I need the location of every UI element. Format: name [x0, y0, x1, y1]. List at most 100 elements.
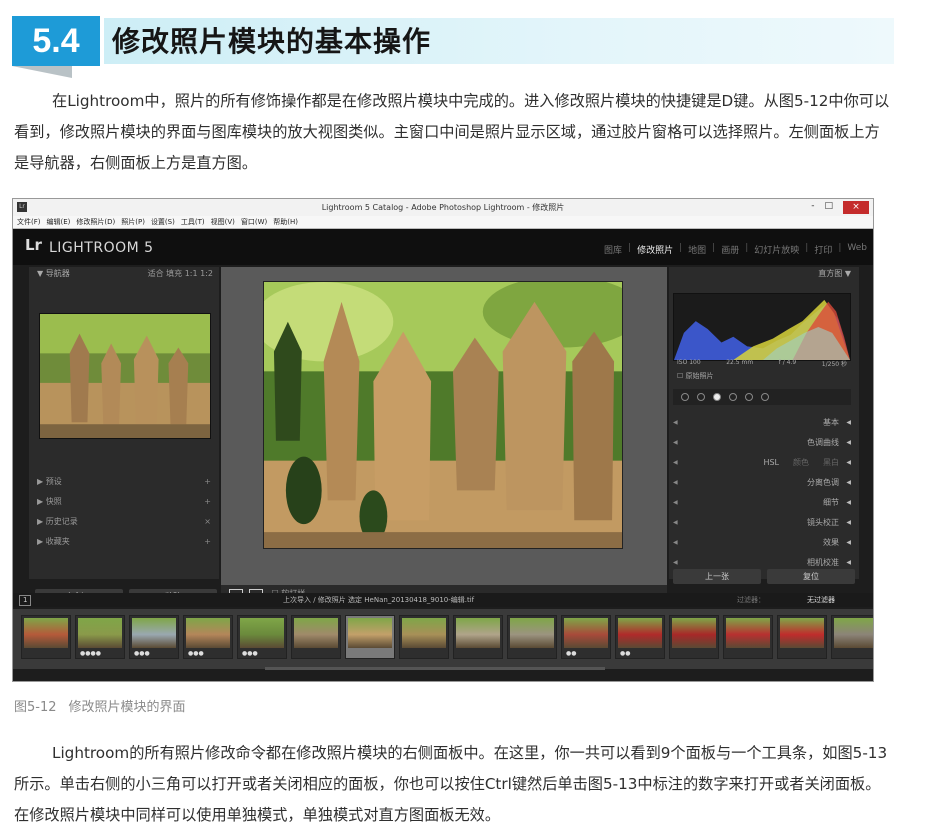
- panel-presets-add[interactable]: +: [204, 472, 211, 492]
- thumbnail-rating: ●●: [566, 650, 577, 657]
- histogram-header[interactable]: 直方图 ▼: [669, 267, 859, 281]
- module-map[interactable]: 地图: [688, 243, 706, 256]
- panel-hsl[interactable]: ◀ HSL 颜色 黑白 ◀: [669, 453, 855, 473]
- lightroom-screenshot: Lr Lightroom 5 Catalog - Adobe Photoshop…: [12, 198, 874, 682]
- filmstrip-thumbnail[interactable]: [723, 615, 773, 659]
- crop-tool-icon[interactable]: [681, 393, 689, 401]
- menu-window[interactable]: 窗口(W): [241, 217, 267, 227]
- window-title: Lightroom 5 Catalog - Adobe Photoshop Li…: [321, 203, 565, 212]
- spot-removal-icon[interactable]: [697, 393, 705, 401]
- graduated-filter-icon[interactable]: [729, 393, 737, 401]
- filmstrip-scrollbar[interactable]: [265, 667, 605, 670]
- filmstrip-thumbnail[interactable]: ●●: [615, 615, 665, 659]
- panel-lens-corrections-label: 镜头校正: [807, 518, 839, 527]
- panel-split-toning[interactable]: ◀ 分离色调 ◀: [669, 473, 855, 493]
- navigator-header[interactable]: ▼ 导航器 适合 填充 1:1 1:2: [29, 267, 219, 281]
- filmstrip-thumbnail[interactable]: [291, 615, 341, 659]
- main-photo[interactable]: [254, 276, 642, 549]
- hsl-bw[interactable]: 黑白: [823, 453, 839, 473]
- window-titlebar: Lr Lightroom 5 Catalog - Adobe Photoshop…: [13, 199, 873, 216]
- filmstrip-thumbnail[interactable]: [21, 615, 71, 659]
- module-web[interactable]: Web: [847, 243, 867, 256]
- histogram[interactable]: [673, 293, 851, 361]
- menu-help[interactable]: 帮助(H): [273, 217, 298, 227]
- thumbnail-rating: ●●●: [188, 650, 204, 657]
- filmstrip-thumbnail[interactable]: ●●●: [237, 615, 287, 659]
- menu-settings[interactable]: 设置(S): [151, 217, 175, 227]
- module-slideshow[interactable]: 幻灯片放映: [754, 243, 799, 256]
- menu-file[interactable]: 文件(F): [17, 217, 41, 227]
- filmstrip-thumbnail[interactable]: ●●●●: [75, 615, 125, 659]
- previous-button[interactable]: 上一张: [673, 569, 761, 584]
- original-photo-toggle[interactable]: ☐ 原始照片: [677, 371, 714, 381]
- panel-detail-label: 细节: [823, 498, 839, 507]
- module-library[interactable]: 图库: [604, 243, 622, 256]
- navigator-zoom[interactable]: 适合 填充 1:1 1:2: [148, 267, 213, 281]
- filmstrip-breadcrumb[interactable]: 上次导入 / 修改照片 选定 HeNan_20130418_9010-编辑.ti…: [283, 593, 474, 607]
- panel-presets-label: 预设: [45, 477, 62, 486]
- hsl-color[interactable]: 颜色: [793, 453, 809, 473]
- iso: ISO 100: [677, 359, 701, 366]
- filmstrip-thumbnail[interactable]: [399, 615, 449, 659]
- adjustment-brush-icon[interactable]: [761, 393, 769, 401]
- menu-tools[interactable]: 工具(T): [181, 217, 205, 227]
- panel-lens-corrections[interactable]: ◀ 镜头校正 ◀: [669, 513, 855, 533]
- identity-plate: Lr LIGHTROOM 5 图库 | 修改照片 | 地图 | 画册 | 幻灯片放映 | …: [13, 229, 873, 265]
- panel-collections[interactable]: ▶ 收藏夹 +: [29, 532, 219, 552]
- menu-view[interactable]: 视图(V): [211, 217, 235, 227]
- thumbnail-image: [618, 618, 662, 648]
- filmstrip-thumbnail[interactable]: [453, 615, 503, 659]
- panel-snapshots-label: 快照: [45, 497, 62, 506]
- panel-collections-add[interactable]: +: [204, 532, 211, 552]
- panel-effects[interactable]: ◀ 效果 ◀: [669, 533, 855, 553]
- radial-filter-icon[interactable]: [745, 393, 753, 401]
- reset-button[interactable]: 复位: [767, 569, 855, 584]
- thumbnail-image: [672, 618, 716, 648]
- red-eye-icon[interactable]: [713, 393, 721, 401]
- minimize-button[interactable]: -: [811, 201, 814, 214]
- filmstrip-thumbnail[interactable]: ●●: [561, 615, 611, 659]
- filmstrip-thumbnail[interactable]: [345, 615, 395, 659]
- filmstrip-thumbnail[interactable]: ●●●: [183, 615, 233, 659]
- panel-presets[interactable]: ▶ 预设 +: [29, 472, 219, 492]
- panel-basic-label: 基本: [823, 418, 839, 427]
- thumbnail-rating: ●●●: [134, 650, 150, 657]
- secondary-display-button[interactable]: 1: [19, 595, 32, 606]
- panel-effects-label: 效果: [823, 538, 839, 547]
- panel-snapshots-add[interactable]: +: [204, 492, 211, 512]
- thumbnail-image: [402, 618, 446, 648]
- panel-basic[interactable]: ◀ 基本 ◀: [669, 413, 855, 433]
- close-button[interactable]: ×: [843, 201, 869, 214]
- filmstrip-thumbnail[interactable]: [831, 615, 873, 659]
- menu-edit[interactable]: 编辑(E): [47, 217, 71, 227]
- panel-tone-curve[interactable]: ◀ 色调曲线 ◀: [669, 433, 855, 453]
- navigator-preview[interactable]: [39, 313, 211, 439]
- panel-snapshots[interactable]: ▶ 快照 +: [29, 492, 219, 512]
- filmstrip-thumbnail[interactable]: [507, 615, 557, 659]
- thumbnail-rating: ●●●●: [80, 650, 101, 657]
- module-develop[interactable]: 修改照片: [637, 243, 673, 256]
- filmstrip-thumbnail[interactable]: ●●●: [129, 615, 179, 659]
- panel-detail[interactable]: ◀ 细节 ◀: [669, 493, 855, 513]
- filmstrip-thumbnail[interactable]: [777, 615, 827, 659]
- panel-camera-calibration-label: 相机校准: [807, 558, 839, 567]
- hsl-label[interactable]: HSL: [763, 453, 779, 473]
- menu-photo[interactable]: 照片(P): [121, 217, 145, 227]
- menu-bar: 文件(F) 编辑(E) 修改照片(D) 照片(P) 设置(S) 工具(T) 视图…: [13, 216, 873, 229]
- module-book[interactable]: 画册: [721, 243, 739, 256]
- thumbnail-image: [24, 618, 68, 648]
- filter-dropdown[interactable]: 无过滤器: [807, 593, 835, 607]
- maximize-button[interactable]: □: [824, 201, 833, 214]
- body-paragraph: Lightroom的所有照片修改命令都在修改照片模块的右侧面板中。在这里，你一共…: [14, 738, 894, 827]
- filmstrip-thumbnail[interactable]: [669, 615, 719, 659]
- thumbnail-image: [348, 618, 392, 648]
- body-paragraph-text: Lightroom的所有照片修改命令都在修改照片模块的右侧面板中。在这里，你一共…: [14, 744, 888, 824]
- menu-develop[interactable]: 修改照片(D): [76, 217, 115, 227]
- module-print[interactable]: 打印: [814, 243, 832, 256]
- panel-history-clear[interactable]: ×: [204, 512, 211, 532]
- right-panel-list: ◀ 基本 ◀ ◀ 色调曲线 ◀ ◀ HSL 颜色 黑白 ◀ ◀ 分离色调 ◀ ◀ 细节 ◀ ◀ 镜头校正 ◀…: [669, 413, 855, 573]
- filter-label: 过滤器：: [737, 596, 765, 604]
- panel-tone-curve-label: 色调曲线: [807, 438, 839, 447]
- navigator-title: 导航器: [45, 269, 70, 278]
- panel-history[interactable]: ▶ 历史记录 ×: [29, 512, 219, 532]
